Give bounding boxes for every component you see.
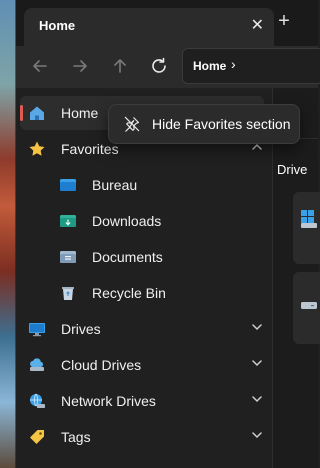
arrow-left-icon — [33, 60, 47, 72]
sidebar-item-drives[interactable]: Drives — [16, 312, 268, 346]
sidebar-item-bureau[interactable]: Bureau — [16, 168, 268, 202]
sidebar-item-label: Cloud Drives — [61, 357, 142, 373]
sidebar-item-label: Drives — [61, 321, 101, 337]
tab-strip: Home ✕ + — [16, 0, 318, 46]
tag-icon — [30, 430, 44, 444]
sidebar-item-label: Network Drives — [61, 393, 156, 409]
home-icon — [30, 106, 44, 120]
drive-card[interactable] — [293, 192, 320, 264]
cloud-drive-icon — [30, 358, 44, 371]
address-bar[interactable]: Home › — [182, 48, 320, 84]
chevron-right-icon[interactable]: › — [231, 56, 236, 72]
chevron-down-icon[interactable] — [250, 320, 264, 334]
chevron-down-icon[interactable] — [250, 392, 264, 406]
content-pane: Drive — [273, 88, 320, 468]
downloads-folder-icon — [60, 215, 76, 227]
tab-home[interactable]: Home ✕ — [24, 8, 274, 46]
files-window: Home ✕ + Home › Home Favorites Bureau Do… — [16, 0, 320, 468]
selection-indicator — [20, 105, 23, 121]
drive-icon — [301, 302, 317, 309]
hide-favorites-label: Hide Favorites section — [152, 116, 291, 132]
sidebar-item-label: Tags — [61, 429, 91, 445]
sidebar-item-label: Favorites — [61, 141, 119, 157]
refresh-button[interactable] — [147, 54, 171, 78]
chevron-down-icon[interactable] — [250, 356, 264, 370]
unpin-icon — [124, 116, 140, 132]
drive-card[interactable] — [293, 272, 320, 344]
address-segment-home[interactable]: Home — [193, 59, 226, 73]
desktop-wallpaper — [0, 0, 18, 468]
sidebar-item-label: Documents — [92, 249, 163, 265]
section-title-drives: Drive — [277, 162, 308, 177]
star-icon — [29, 141, 45, 156]
sidebar-item-label: Downloads — [92, 213, 162, 229]
new-tab-button[interactable]: + — [273, 10, 295, 32]
sidebar-item-label: Recycle Bin — [92, 285, 166, 301]
sidebar-item-documents[interactable]: Documents — [16, 240, 268, 274]
arrow-right-icon — [73, 60, 87, 72]
refresh-icon — [152, 57, 166, 73]
sidebar-item-label: Home — [61, 105, 99, 121]
recycle-bin-icon — [62, 287, 74, 300]
up-button[interactable] — [108, 54, 132, 78]
forward-button[interactable] — [68, 54, 92, 78]
sidebar-item-cloud-drives[interactable]: Cloud Drives — [16, 348, 268, 382]
sidebar-item-network-drives[interactable]: Network Drives — [16, 384, 268, 418]
chevron-down-icon[interactable] — [250, 428, 264, 442]
toolbar: Home › — [16, 46, 320, 88]
sidebar-item-label: Bureau — [92, 177, 138, 193]
arrow-up-icon — [114, 59, 126, 73]
documents-folder-icon — [60, 251, 76, 263]
tab-title: Home — [39, 18, 76, 33]
close-tab-icon[interactable]: ✕ — [251, 15, 264, 35]
sidebar-item-recycle-bin[interactable]: Recycle Bin — [16, 276, 268, 310]
hide-favorites-menu-item[interactable]: Hide Favorites section — [108, 104, 300, 144]
monitor-icon — [29, 323, 45, 337]
sidebar-item-tags[interactable]: Tags — [16, 420, 268, 454]
back-button[interactable] — [28, 54, 52, 78]
network-drive-icon — [30, 393, 45, 408]
desktop-folder-icon — [60, 179, 76, 191]
sidebar-item-downloads[interactable]: Downloads — [16, 204, 268, 238]
sidebar: Home Favorites Bureau Downloads Document… — [16, 88, 272, 468]
windows-drive-icon — [301, 210, 317, 228]
